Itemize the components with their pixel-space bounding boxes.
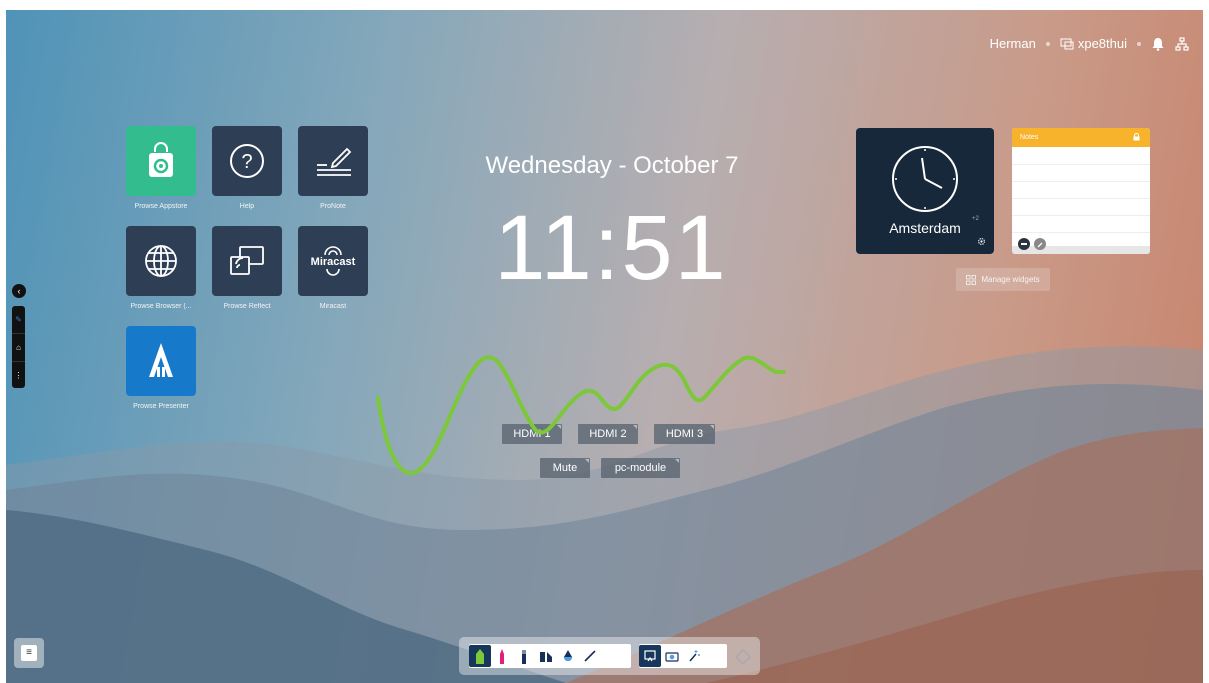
pen-icon[interactable]: ✎ (12, 306, 25, 334)
pen-tools-group (469, 644, 631, 668)
marker-pink-tool[interactable] (491, 645, 513, 667)
app-label: Prowse Browser (... (130, 303, 192, 310)
manage-widgets-label: Manage widgets (981, 275, 1040, 284)
app-tile-miracast[interactable]: Miracast (298, 226, 368, 296)
miracast-icon (324, 246, 342, 256)
svg-text:?: ? (241, 151, 252, 173)
blue-pen-icon (522, 650, 526, 664)
select-tool[interactable] (639, 645, 661, 667)
more-icon[interactable]: ⋮ (12, 362, 25, 389)
separator-dot (1045, 41, 1050, 46)
app-label: Prowse Presenter (133, 403, 189, 410)
separator-dot (1137, 41, 1141, 46)
network-icon[interactable] (1175, 36, 1189, 51)
user-name[interactable]: Herman (990, 36, 1036, 51)
source-hdmi3-button[interactable]: HDMI 3 (654, 424, 715, 444)
magic-wand-icon (689, 650, 700, 662)
help-icon: ? (230, 144, 264, 178)
app-tile-browser[interactable] (126, 226, 196, 296)
ink-drop-icon (564, 650, 572, 661)
miracast-wordmark: Miracast (310, 256, 356, 268)
source-hdmi2-button[interactable]: HDMI 2 (578, 424, 638, 444)
app-tile-presenter[interactable] (126, 326, 196, 396)
app-label: Miracast (319, 303, 347, 310)
globe-icon (145, 245, 177, 277)
desktop-screen: Herman xpe8thui Prowse Appstore ? Help P… (6, 10, 1203, 683)
notes-line (1012, 232, 1150, 233)
app-label: Prowse Appstore (134, 203, 188, 210)
spotlight-tool[interactable] (683, 645, 705, 667)
notes-footer (1012, 246, 1150, 254)
status-bar: Herman xpe8thui (990, 36, 1189, 51)
clock-timezone-offset: +2 (972, 216, 979, 222)
eraser-icon[interactable] (735, 649, 751, 665)
app-tile-appstore[interactable] (126, 126, 196, 196)
presenter-icon (149, 343, 173, 377)
grid-icon (966, 274, 977, 285)
time-display: 11:51 (494, 197, 728, 299)
highlighter-green-tool[interactable] (469, 645, 491, 667)
main-menu-button[interactable]: ≡ (14, 638, 44, 668)
notes-line (1012, 181, 1150, 182)
line-icon (584, 650, 596, 662)
notes-title: Notes (1020, 134, 1039, 141)
device-icon (1060, 38, 1074, 50)
pen-blue-tool[interactable] (513, 645, 535, 667)
app-tile-help[interactable]: ? (212, 126, 282, 196)
minus-icon[interactable] (1018, 238, 1030, 250)
date-display: Wednesday - October 7 (485, 152, 739, 179)
bell-icon[interactable] (1151, 37, 1165, 51)
sidebar-collapse-button[interactable]: ‹ (12, 284, 26, 298)
device-name[interactable]: xpe8thui (1078, 36, 1127, 51)
chalk-tool[interactable] (535, 645, 557, 667)
line-tool[interactable] (579, 645, 601, 667)
notes-line (1012, 215, 1150, 216)
lock-icon[interactable] (1133, 133, 1140, 141)
miracast-wave-icon (326, 268, 340, 276)
reflect-icon (230, 246, 264, 275)
screenshot-tool[interactable] (661, 645, 683, 667)
pink-marker-icon (500, 649, 504, 664)
app-label: ProNote (320, 203, 346, 210)
pronote-icon (317, 147, 352, 176)
analog-clock-icon (892, 146, 958, 212)
world-clock-widget[interactable]: Amsterdam +2 (856, 128, 994, 254)
side-toolbar: ✎ ⌂ ⋮ (12, 306, 25, 388)
notes-line (1012, 164, 1150, 165)
drawing-toolbar (459, 637, 760, 675)
clock-city: Amsterdam (889, 220, 961, 236)
chalk-icon (540, 652, 552, 662)
app-tile-reflect[interactable] (212, 226, 282, 296)
source-pc-module-button[interactable]: pc-module (601, 458, 680, 478)
edit-pencil-icon[interactable] (1034, 238, 1046, 250)
notes-widget[interactable]: Notes (1012, 128, 1150, 254)
app-tile-pronote[interactable] (298, 126, 368, 196)
notes-header: Notes (1012, 128, 1150, 147)
menu-icon: ≡ (21, 645, 37, 661)
mute-button[interactable]: Mute (540, 458, 590, 478)
lasso-select-icon (644, 650, 656, 662)
app-label: Help (239, 203, 255, 210)
source-hdmi1-button[interactable]: HDMI 1 (502, 424, 562, 444)
notes-line (1012, 198, 1150, 199)
settings-gear-icon[interactable] (977, 237, 986, 246)
appstore-bag-icon (149, 142, 173, 177)
home-icon[interactable]: ⌂ (12, 334, 25, 362)
app-label: Prowse Reflect (223, 303, 271, 310)
manage-widgets-button[interactable]: Manage widgets (956, 268, 1050, 291)
green-highlighter-icon (476, 649, 484, 664)
camera-icon (665, 652, 679, 662)
capture-tools-group (639, 644, 727, 668)
fill-tool[interactable] (557, 645, 579, 667)
